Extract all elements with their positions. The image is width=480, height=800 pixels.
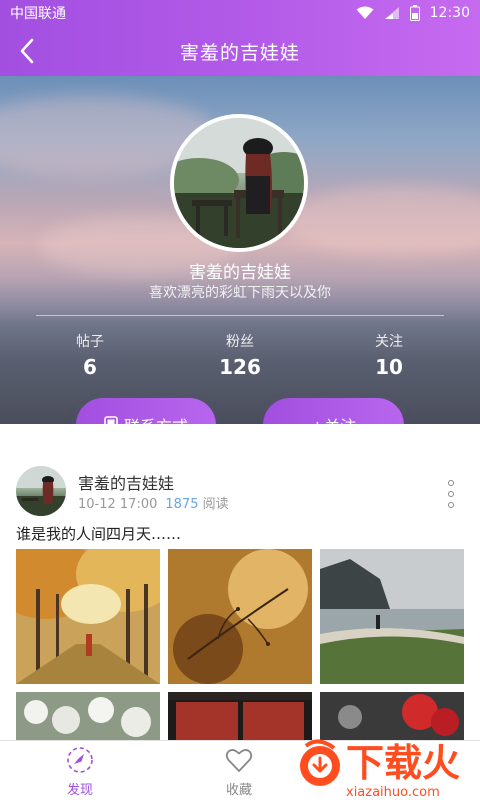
avatar-photo <box>174 118 304 248</box>
red-maple-window-photo <box>168 692 312 740</box>
dot-icon <box>448 480 454 486</box>
follow-button[interactable]: +关注 <box>263 398 404 424</box>
dot-icon <box>448 491 454 497</box>
chevron-left-icon <box>20 38 34 64</box>
seaside-photo <box>320 549 464 684</box>
contact-button[interactable]: 联系方式 <box>76 398 216 424</box>
contact-label: 联系方式 <box>124 413 188 424</box>
wifi-icon <box>356 6 374 20</box>
compass-icon <box>67 746 93 773</box>
svg-text:xiazaihuo.com: xiazaihuo.com <box>346 785 440 800</box>
white-blossom-photo <box>16 692 160 740</box>
stat-label: 关注 <box>375 334 403 350</box>
navigation-bar: 害羞的吉娃娃 <box>0 26 480 76</box>
tab-favorites[interactable]: 收藏 <box>179 741 299 800</box>
tab-label: 发现 <box>66 782 93 798</box>
profile-name: 害羞的吉娃娃 <box>189 263 291 283</box>
tab-label: 收藏 <box>225 782 252 798</box>
avatar-photo <box>16 466 66 516</box>
dot-icon <box>448 502 454 508</box>
autumn-avenue-photo <box>16 549 160 684</box>
post-author-name[interactable]: 害羞的吉娃娃 <box>78 470 174 494</box>
post-photo[interactable] <box>320 692 464 740</box>
post-meta: 10-12 17:00 1875 阅读 <box>78 493 229 512</box>
phone-icon <box>104 416 118 424</box>
post-photo[interactable] <box>16 692 160 740</box>
page-title: 害羞的吉娃娃 <box>179 41 300 64</box>
stat-posts[interactable]: 帖子 6 <box>30 331 150 379</box>
svg-text:下载火: 下载火 <box>346 741 460 785</box>
profile-hero: 害羞的吉娃娃 喜欢漂亮的彩虹下雨天以及你 帖子 6 粉丝 126 关注 10 联… <box>0 76 480 424</box>
back-button[interactable] <box>12 36 42 66</box>
red-leaves-photo <box>320 692 464 740</box>
more-options-button[interactable] <box>444 480 458 508</box>
battery-icon <box>409 5 420 21</box>
stat-value: 6 <box>83 355 97 379</box>
stat-label: 粉丝 <box>226 334 254 350</box>
stat-label: 帖子 <box>76 334 104 350</box>
heart-icon <box>225 748 253 772</box>
read-count: 1875 <box>165 497 199 512</box>
profile-avatar[interactable] <box>170 114 308 252</box>
watermark-logo: 下载火 xiazaihuo.com <box>284 738 480 800</box>
stats-divider <box>36 315 444 316</box>
app-header: 中国联通 12:30 害羞的吉娃娃 <box>0 0 480 76</box>
post-text: 谁是我的人间四月天…… <box>16 525 182 543</box>
post-card: 害羞的吉娃娃 10-12 17:00 1875 阅读 谁是我的人间四月天…… <box>0 424 480 740</box>
status-bar: 中国联通 12:30 <box>0 0 480 26</box>
post-photo[interactable] <box>320 549 464 684</box>
profile-bio: 喜欢漂亮的彩虹下雨天以及你 <box>149 285 331 301</box>
dry-branch-photo <box>168 549 312 684</box>
stat-following[interactable]: 关注 10 <box>329 331 449 379</box>
post-date: 10-12 17:00 <box>78 497 158 512</box>
stat-value: 126 <box>219 355 261 379</box>
read-label: 阅读 <box>202 497 229 512</box>
sky-cloud <box>280 186 480 256</box>
xiazaihuo-logo: 下载火 xiazaihuo.com <box>300 739 460 800</box>
signal-icon <box>384 6 400 20</box>
post-photo[interactable] <box>168 549 312 684</box>
stat-fans[interactable]: 粉丝 126 <box>180 331 300 379</box>
follow-label: +关注 <box>311 413 356 424</box>
stat-value: 10 <box>375 355 403 379</box>
tab-discover[interactable]: 发现 <box>20 741 140 800</box>
post-photo[interactable] <box>16 549 160 684</box>
clock-time: 12:30 <box>429 5 470 21</box>
post-photo[interactable] <box>168 692 312 740</box>
carrier-label: 中国联通 <box>10 6 66 22</box>
post-author-avatar[interactable] <box>16 466 66 516</box>
